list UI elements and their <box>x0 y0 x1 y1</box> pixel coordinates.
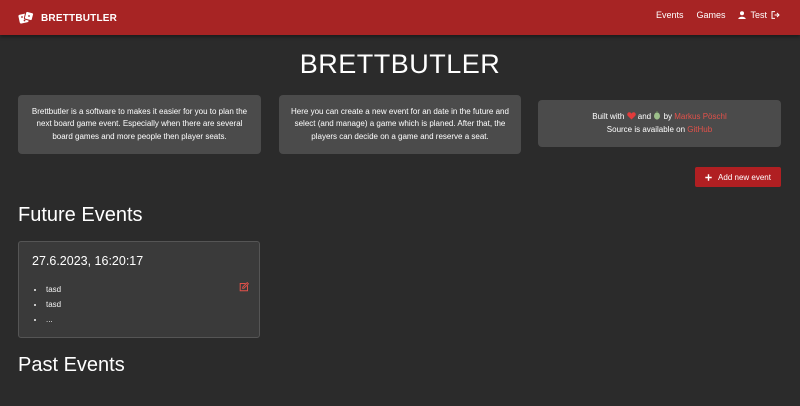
heart-icon <box>626 112 636 120</box>
edit-icon[interactable] <box>239 282 249 292</box>
future-events-heading: Future Events <box>18 204 143 226</box>
credits-card: Built with and by Markus Pöschl Source i… <box>538 100 781 147</box>
credits-line-2: Source is available on GitHub <box>592 124 726 136</box>
author-link[interactable]: Markus Pöschl <box>674 112 726 121</box>
nav-user[interactable]: Test <box>738 10 780 20</box>
about-text: Brettbutler is a software to makes it ea… <box>31 106 248 141</box>
coffee-icon <box>654 111 661 120</box>
game-list: tasd tasd ... <box>35 282 61 327</box>
credits-text: Built with and by Markus Pöschl Source i… <box>592 111 727 136</box>
logout-icon[interactable] <box>771 11 780 19</box>
built-with-label: Built with <box>592 112 625 122</box>
brand-link[interactable]: BRETTBUTLER <box>18 9 117 27</box>
howto-card: Here you can create a new event for an d… <box>279 95 521 154</box>
about-card: Brettbutler is a software to makes it ea… <box>18 95 261 154</box>
navbar: BRETTBUTLER Events Games Test <box>0 0 800 35</box>
event-date: 27.6.2023, 16:20:17 <box>32 254 144 268</box>
nav-events[interactable]: Events <box>656 10 684 20</box>
past-events-heading: Past Events <box>18 354 125 376</box>
by-label: by <box>663 112 673 122</box>
howto-text: Here you can create a new event for an d… <box>291 106 509 141</box>
add-event-label: Add new event <box>718 172 771 182</box>
user-icon <box>738 11 747 19</box>
github-link[interactable]: GitHub <box>687 125 712 134</box>
page-title: BRETTBUTLER <box>299 49 501 79</box>
plus-icon <box>705 173 712 181</box>
user-name: Test <box>750 10 767 20</box>
credits-line-1: Built with and by Markus Pöschl <box>592 111 727 123</box>
list-item: tasd <box>45 297 61 312</box>
event-card[interactable]: 27.6.2023, 16:20:17 tasd tasd ... <box>18 241 260 338</box>
and-label: and <box>637 112 652 122</box>
nav-menu: Events Games Test <box>656 10 780 20</box>
brand-text: BRETTBUTLER <box>41 12 118 24</box>
source-label: Source is available on <box>606 124 686 134</box>
add-event-button[interactable]: Add new event <box>695 167 781 187</box>
nav-games[interactable]: Games <box>696 10 725 20</box>
list-item: tasd <box>45 282 61 297</box>
dice-icon <box>18 11 34 24</box>
list-item: ... <box>45 312 61 327</box>
